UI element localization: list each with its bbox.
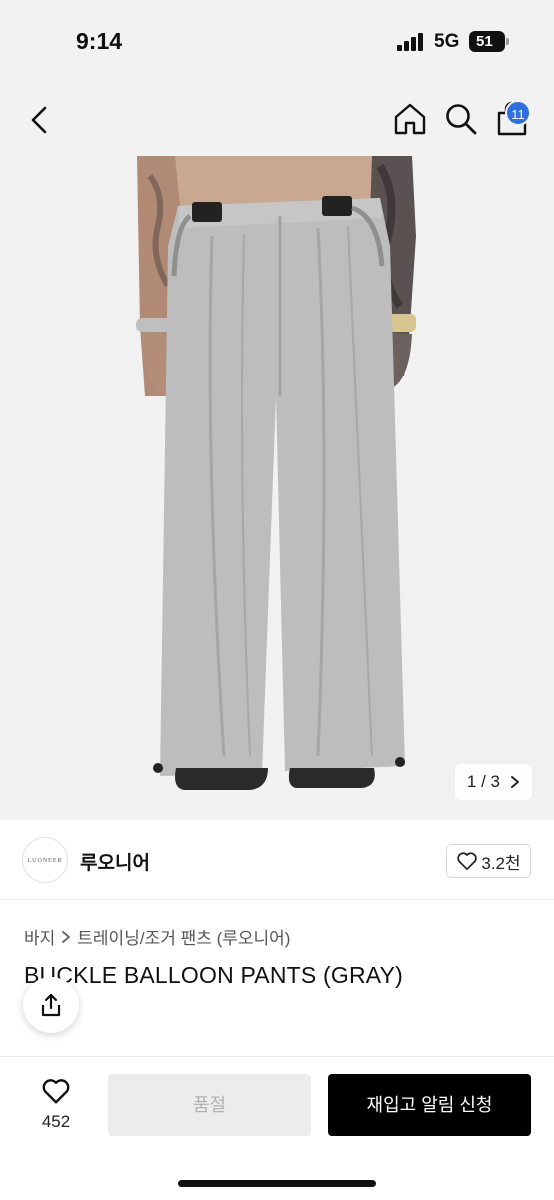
brand-logo[interactable]: LUONEER <box>22 837 68 883</box>
top-header: 9:14 5G 51 11 <box>0 0 554 156</box>
wish-button[interactable]: 452 <box>30 1077 82 1132</box>
image-pager[interactable]: 1 / 3 <box>454 764 532 800</box>
share-button[interactable] <box>23 977 79 1033</box>
breadcrumb: 바지 트레이닝/조거 팬츠 (루오니어) <box>24 924 290 949</box>
brand-name[interactable]: 루오니어 <box>80 848 150 875</box>
network-label: 5G <box>434 31 460 52</box>
heart-icon <box>457 852 478 871</box>
heart-icon <box>42 1079 70 1104</box>
pager-label: 1 / 3 <box>466 772 500 791</box>
status-time: 9:14 <box>76 28 123 54</box>
back-button[interactable] <box>24 104 56 136</box>
soldout-button: 품절 <box>108 1074 311 1136</box>
brand-like-count: 3.2천 <box>481 853 521 873</box>
product-photo <box>0 156 554 820</box>
product-title: BUCKLE BALLOON PANTS (GRAY) <box>24 962 404 988</box>
signal-icon <box>397 33 427 51</box>
search-icon[interactable] <box>444 102 478 136</box>
chevron-right-icon <box>511 776 519 788</box>
wish-count: 452 <box>41 1112 71 1131</box>
home-icon[interactable] <box>392 101 428 137</box>
brand-like-button[interactable]: 3.2천 <box>446 844 531 878</box>
brand-row: LUONEER 루오니어 3.2천 <box>0 820 554 900</box>
bottom-action-bar: 452 품절 재입고 알림 신청 <box>0 1056 554 1200</box>
breadcrumb-category[interactable]: 바지 <box>24 924 55 949</box>
battery-icon: 51 <box>469 31 509 52</box>
home-indicator[interactable] <box>178 1180 376 1187</box>
chevron-right-icon <box>62 930 71 943</box>
product-image[interactable]: 1 / 3 <box>0 156 554 820</box>
cart-badge: 11 <box>505 100 531 126</box>
restock-alert-button[interactable]: 재입고 알림 신청 <box>328 1074 531 1136</box>
share-icon <box>41 993 61 1017</box>
breadcrumb-subcategory[interactable]: 트레이닝/조거 팬츠 (루오니어) <box>77 924 290 949</box>
